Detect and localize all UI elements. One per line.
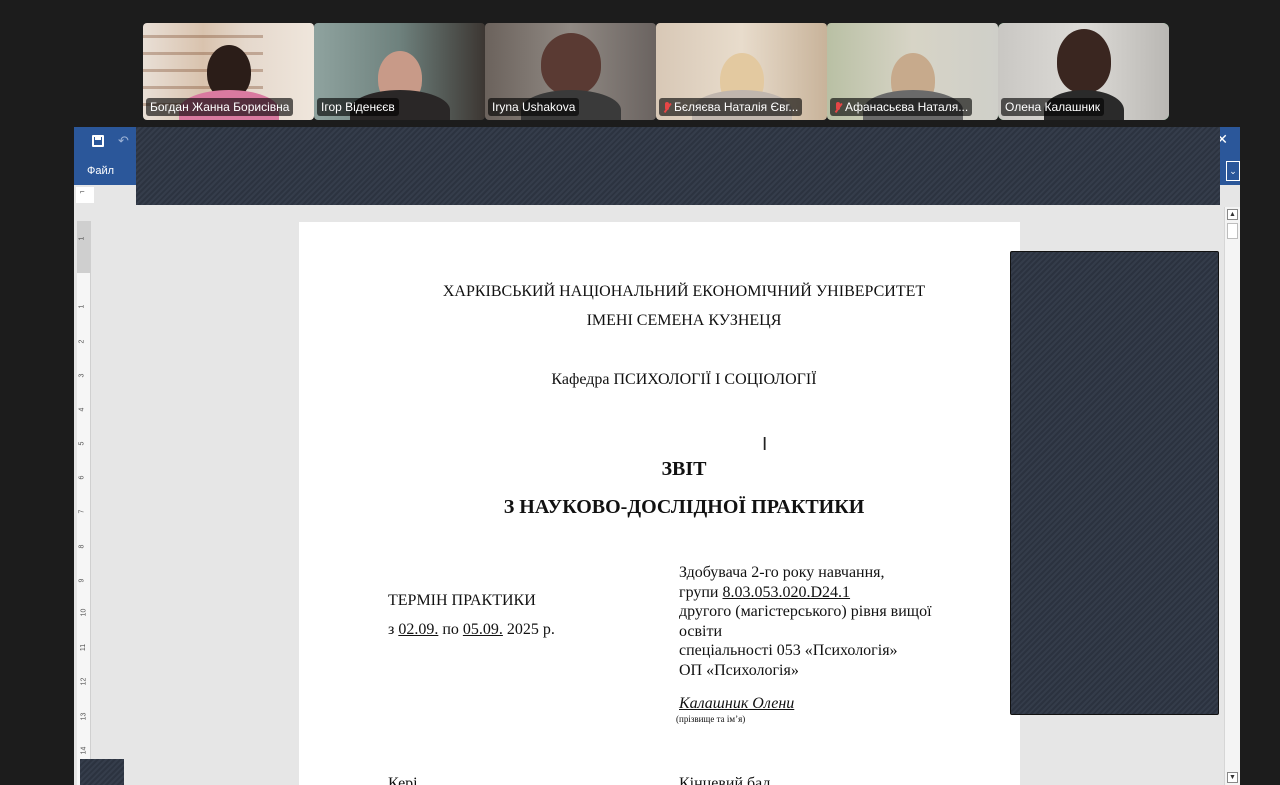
participant-tile[interactable]: Ігор Віденєєв [314, 23, 485, 120]
participant-name: Бєляєва Наталія Євг... [659, 98, 803, 116]
term-from-date: 02.09. [398, 621, 439, 638]
file-tab[interactable]: Файл [87, 165, 114, 177]
student-name: Калашник Олени [679, 695, 795, 712]
save-icon[interactable] [92, 135, 104, 147]
mic-muted-icon [834, 101, 842, 113]
document-page[interactable]: ХАРКІВСЬКИЙ НАЦІОНАЛЬНИЙ ЕКОНОМІЧНИЙ УНІ… [299, 222, 1020, 785]
report-title: ЗВІТ [661, 458, 707, 480]
ruler-number: 6 [78, 475, 86, 480]
participant-avatar [1056, 29, 1111, 93]
participant-tile-active-speaker[interactable]: Олена Калашник [998, 23, 1169, 120]
vertical-scrollbar[interactable]: ▲ ▼ [1224, 207, 1240, 785]
ruler-number: 12 [80, 677, 88, 686]
ribbon-options-chevron-icon[interactable]: ⌄ [1226, 161, 1240, 181]
supervisor-label-partial: Кері... [388, 775, 430, 785]
participant-name: Олена Калашник [1001, 98, 1105, 116]
redacted-side-panel [1010, 251, 1219, 715]
quick-access-toolbar: ↶ Файл [74, 127, 136, 185]
vertical-ruler: 1 1 2 3 4 5 6 7 8 9 10 11 12 13 14 [77, 221, 91, 785]
ruler-number: 2 [78, 339, 86, 344]
ruler-number: 1 [78, 236, 86, 241]
redacted-area [80, 759, 124, 785]
ruler-number: 5 [78, 441, 86, 446]
mic-muted-icon [663, 101, 671, 113]
participant-name: Ігор Віденєєв [317, 98, 399, 116]
undo-icon[interactable]: ↶ [118, 133, 129, 149]
student-info: Здобувача 2-го року навчання, групи 8.03… [679, 564, 932, 679]
department-name: Кафедра ПСИХОЛОГІЇ І СОЦІОЛОГІЇ [551, 371, 817, 388]
participant-name: Богдан Жанна Борисівна [146, 98, 294, 116]
term-to-date: 05.09. [462, 621, 503, 638]
ruler-number: 14 [80, 746, 88, 755]
screen: Богдан Жанна Борисівна Ігор Віденєєв Iry… [0, 0, 1280, 785]
participant-tile[interactable]: Афанасьєва Наталя... [827, 23, 998, 120]
university-name-line2: ІМЕНІ СЕМЕНА КУЗНЕЦЯ [586, 312, 782, 329]
participant-tile[interactable]: Iryna Ushakova [485, 23, 656, 120]
term-label: ТЕРМІН ПРАКТИКИ [388, 592, 536, 609]
scroll-down-icon[interactable]: ▼ [1227, 772, 1238, 783]
ruler-number: 9 [78, 578, 86, 583]
ruler-number: 3 [78, 373, 86, 378]
term-dates: з 02.09. по 05.09. 2025 р. [388, 621, 555, 638]
ruler-number: 4 [78, 407, 86, 412]
participant-strip: Богдан Жанна Борисівна Ігор Віденєєв Iry… [143, 23, 1169, 120]
participant-name: Афанасьєва Наталя... [830, 98, 973, 116]
tab-selector[interactable]: ⌐ [76, 187, 94, 203]
final-score-label-partial: Кінцевий бал... [679, 775, 783, 785]
ruler-number: 7 [78, 509, 86, 514]
ruler-number: 11 [80, 643, 88, 652]
participant-tile[interactable]: Богдан Жанна Борисівна [143, 23, 314, 120]
ruler-number: 13 [80, 712, 88, 721]
scroll-thumb[interactable] [1227, 223, 1238, 239]
report-subtitle: З НАУКОВО-ДОСЛІДНОЇ ПРАКТИКИ [503, 496, 865, 518]
redacted-ribbon-area [136, 127, 1220, 205]
participant-name: Iryna Ushakova [488, 98, 580, 116]
group-code: 8.03.053.020.D24.1 [722, 583, 851, 601]
text-cursor-icon: I [762, 434, 768, 455]
internship-term: ТЕРМІН ПРАКТИКИ з 02.09. по 05.09. 2025 … [388, 586, 555, 644]
university-name-line1: ХАРКІВСЬКИЙ НАЦІОНАЛЬНИЙ ЕКОНОМІЧНИЙ УНІ… [442, 283, 926, 300]
participant-avatar [540, 33, 601, 95]
ruler-number: 10 [80, 608, 88, 617]
ruler-number: 8 [78, 544, 86, 549]
scroll-up-icon[interactable]: ▲ [1227, 209, 1238, 220]
ruler-number: 1 [78, 304, 86, 309]
participant-tile[interactable]: Бєляєва Наталія Євг... [656, 23, 827, 120]
student-name-hint: (прізвище та ім’я) [676, 714, 746, 724]
